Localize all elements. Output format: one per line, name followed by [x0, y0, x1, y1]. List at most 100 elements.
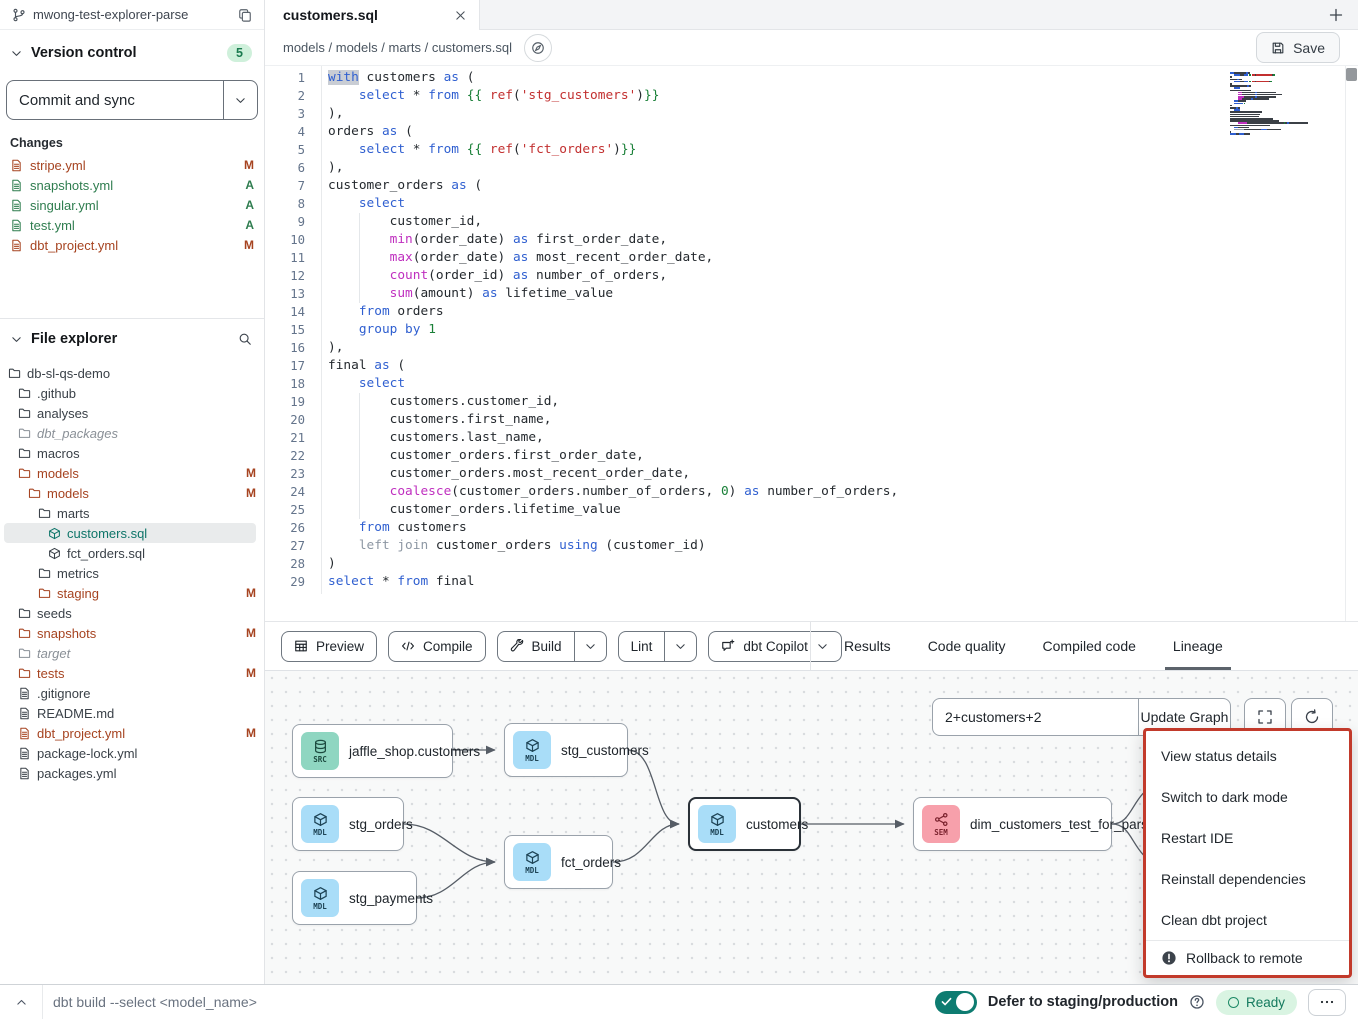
preview-button[interactable]: Preview	[281, 631, 377, 662]
branch-row[interactable]: mwong-test-explorer-parse	[0, 0, 264, 30]
code-editor[interactable]: 1with customers as (2 select * from {{ r…	[265, 66, 1358, 622]
tree-item-package-lock-yml[interactable]: package-lock.yml	[4, 743, 256, 763]
menu-item-clean-dbt-project[interactable]: Clean dbt project	[1146, 899, 1349, 940]
tree-item-snapshots[interactable]: snapshotsM	[4, 623, 256, 643]
commit-options-caret[interactable]	[223, 81, 257, 119]
code-line: 27 left join customer_orders using (cust…	[265, 537, 1358, 555]
tree-item-macros[interactable]: macros	[4, 443, 256, 463]
change-status: A	[245, 178, 254, 192]
tree-item-marts[interactable]: marts	[4, 503, 256, 523]
menu-item-reinstall-dependencies[interactable]: Reinstall dependencies	[1146, 858, 1349, 899]
menu-item-rollback-to-remote[interactable]: Rollback to remote	[1146, 940, 1349, 975]
lint-button[interactable]: Lint	[618, 631, 698, 662]
tree-item-readme-md[interactable]: README.md	[4, 703, 256, 723]
build-options-caret[interactable]	[574, 632, 606, 661]
tree-item-models[interactable]: modelsM	[4, 483, 256, 503]
code-text: select	[305, 195, 405, 213]
version-control-section: Version control 5 Commit and sync Change…	[0, 30, 264, 318]
copy-icon[interactable]	[238, 8, 252, 22]
lineage-node-dim-customers-test-for-parse[interactable]: SEMdim_customers_test_for_parse	[913, 797, 1112, 851]
line-number: 15	[265, 321, 305, 339]
change-item[interactable]: snapshots.ymlA	[0, 175, 264, 195]
menu-item-switch-to-dark-mode[interactable]: Switch to dark mode	[1146, 777, 1349, 818]
chevron-down-icon[interactable]	[10, 333, 23, 346]
tree-item-dbt-project-yml[interactable]: dbt_project.ymlM	[4, 723, 256, 743]
tree-item-dbt-packages[interactable]: dbt_packages	[4, 423, 256, 443]
code-line: 21 customers.last_name,	[265, 429, 1358, 447]
more-options-button[interactable]	[1308, 989, 1346, 1016]
file-icon	[10, 219, 23, 232]
compile-button[interactable]: Compile	[388, 631, 486, 662]
tree-item-customers-sql[interactable]: customers.sql	[4, 523, 256, 543]
lineage-node-fct-orders[interactable]: MDLfct_orders	[504, 835, 613, 889]
cube-icon	[525, 738, 540, 753]
close-icon[interactable]	[454, 9, 467, 22]
modified-badge: M	[246, 666, 256, 680]
lint-options-caret[interactable]	[664, 632, 696, 661]
tab-customers-sql[interactable]: customers.sql	[265, 0, 480, 30]
new-tab-button[interactable]	[1328, 0, 1344, 29]
line-number: 14	[265, 303, 305, 321]
tree-item-db-sl-qs-demo[interactable]: db-sl-qs-demo	[4, 363, 256, 383]
defer-toggle[interactable]	[935, 991, 977, 1014]
search-icon[interactable]	[238, 332, 252, 346]
line-number: 21	[265, 429, 305, 447]
tree-item-analyses[interactable]: analyses	[4, 403, 256, 423]
change-item[interactable]: dbt_project.ymlM	[0, 235, 264, 255]
code-line: 5 select * from {{ ref('fct_orders')}}	[265, 141, 1358, 159]
commit-and-sync-button[interactable]: Commit and sync	[6, 80, 258, 120]
panel-tab-lineage[interactable]: Lineage	[1173, 622, 1223, 670]
save-button[interactable]: Save	[1256, 32, 1340, 63]
tree-item-staging[interactable]: stagingM	[4, 583, 256, 603]
tree-item-seeds[interactable]: seeds	[4, 603, 256, 623]
code-line: 19 customers.customer_id,	[265, 393, 1358, 411]
command-input[interactable]	[43, 994, 935, 1010]
minimap[interactable]	[1230, 72, 1330, 135]
scrollbar-thumb[interactable]	[1346, 68, 1357, 81]
code-line: 20 customers.first_name,	[265, 411, 1358, 429]
chevron-down-icon[interactable]	[10, 47, 23, 60]
panel-tab-results[interactable]: Results	[844, 622, 891, 670]
cube-icon	[313, 812, 328, 827]
line-number: 20	[265, 411, 305, 429]
panel-tab-compiled-code[interactable]: Compiled code	[1043, 622, 1136, 670]
toggle-knob	[956, 993, 974, 1011]
status-badge: Ready	[1216, 990, 1297, 1015]
line-number: 11	[265, 249, 305, 267]
lineage-node-stg-orders[interactable]: MDLstg_orders	[292, 797, 404, 851]
tree-item-metrics[interactable]: metrics	[4, 563, 256, 583]
change-status: A	[245, 198, 254, 212]
lineage-node-stg-customers[interactable]: MDLstg_customers	[504, 723, 628, 777]
tree-item-models[interactable]: modelsM	[4, 463, 256, 483]
build-button[interactable]: Build	[497, 631, 607, 662]
menu-item-view-status-details[interactable]: View status details	[1146, 736, 1349, 777]
tree-item-packages-yml[interactable]: packages.yml	[4, 763, 256, 783]
tree-item-label: models	[37, 466, 240, 481]
lineage-node-stg-payments[interactable]: MDLstg_payments	[292, 871, 417, 925]
change-item[interactable]: test.ymlA	[0, 215, 264, 235]
lineage-node-customers[interactable]: MDLcustomers	[688, 797, 801, 851]
line-number: 13	[265, 285, 305, 303]
change-item[interactable]: stripe.ymlM	[0, 155, 264, 175]
panel-tab-code-quality[interactable]: Code quality	[928, 622, 1006, 670]
lineage-selector-input[interactable]	[933, 699, 1138, 735]
tree-item-fct-orders-sql[interactable]: fct_orders.sql	[4, 543, 256, 563]
lineage-canvas[interactable]: SRCjaffle_shop.customers MDLstg_customers…	[265, 671, 1358, 984]
tree-item-target[interactable]: target	[4, 643, 256, 663]
menu-item-restart-ide[interactable]: Restart IDE	[1146, 818, 1349, 859]
lineage-compass-button[interactable]	[524, 34, 552, 62]
ellipsis-icon	[1319, 994, 1335, 1010]
tree-item--github[interactable]: .github	[4, 383, 256, 403]
tree-item-label: staging	[57, 586, 240, 601]
expand-command-bar-button[interactable]	[0, 996, 42, 1009]
help-icon[interactable]	[1189, 994, 1205, 1010]
change-item[interactable]: singular.ymlA	[0, 195, 264, 215]
code-text: count(order_id) as number_of_orders,	[305, 267, 667, 285]
tree-item--gitignore[interactable]: .gitignore	[4, 683, 256, 703]
tree-item-label: dbt_project.yml	[37, 726, 240, 741]
preview-label: Preview	[316, 639, 364, 654]
editor-scrollbar[interactable]	[1345, 66, 1358, 621]
lineage-node-jaffle-shop-customers[interactable]: SRCjaffle_shop.customers	[292, 724, 453, 778]
tree-item-tests[interactable]: testsM	[4, 663, 256, 683]
line-number: 23	[265, 465, 305, 483]
